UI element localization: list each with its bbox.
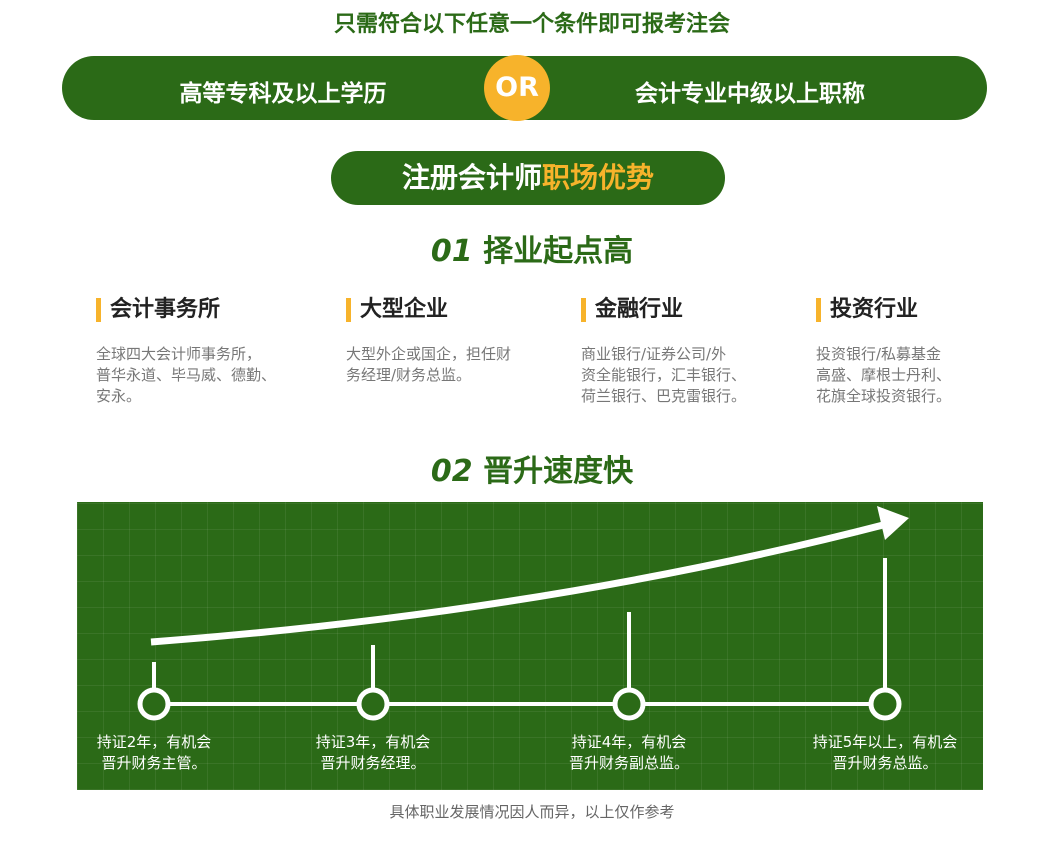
desc-line: 务经理/财务总监。 bbox=[346, 366, 472, 384]
caption-line: 持证2年，有机会 bbox=[96, 733, 212, 751]
column-desc: 投资银行/私募基金 高盛、摩根士丹利、 花旗全球投资银行。 bbox=[816, 344, 1031, 407]
column-title-wrap: 金融行业 bbox=[581, 296, 796, 324]
yellow-bar-icon bbox=[816, 298, 821, 322]
advantage-1-heading: 01 择业起点高 bbox=[0, 226, 1064, 270]
stage-3-node-icon bbox=[612, 687, 646, 721]
desc-line: 全球四大会计师事务所， bbox=[96, 345, 262, 363]
condition-title: 会计专业中级以上职称 bbox=[635, 81, 865, 107]
desc-line: 高盛、摩根士丹利、 bbox=[816, 366, 952, 384]
stage-1-caption: 持证2年，有机会 晋升财务主管。 bbox=[59, 732, 249, 774]
desc-line: 投资银行/私募基金 bbox=[816, 345, 942, 363]
column-desc: 大型外企或国企，担任财 务经理/财务总监。 bbox=[346, 344, 561, 386]
section-title-white: 注册会计师 bbox=[401, 161, 542, 194]
advantage-2-heading: 02 晋升速度快 bbox=[0, 446, 1064, 490]
yellow-bar-icon bbox=[96, 298, 101, 322]
stage-2-caption: 持证3年，有机会 晋升财务经理。 bbox=[278, 732, 468, 774]
caption-line: 晋升财务副总监。 bbox=[568, 754, 689, 772]
column-desc: 全球四大会计师事务所， 普华永道、毕马威、德勤、 安永。 bbox=[96, 344, 311, 407]
advantage-2-number: 02 bbox=[430, 454, 473, 489]
desc-line: 花旗全球投资银行。 bbox=[816, 387, 952, 405]
yellow-bar-icon bbox=[346, 298, 351, 322]
or-badge: OR bbox=[484, 55, 550, 121]
section-title-pill: 注册会计师职场优势 bbox=[331, 151, 725, 205]
career-column-accounting-firm: 会计事务所 全球四大会计师事务所， 普华永道、毕马威、德勤、 安永。 bbox=[96, 296, 311, 407]
stage-4-node-icon bbox=[868, 687, 902, 721]
yellow-bar-icon bbox=[581, 298, 586, 322]
column-title-wrap: 大型企业 bbox=[346, 296, 561, 324]
stage-4-caption: 持证5年以上，有机会 晋升财务总监。 bbox=[780, 732, 990, 774]
career-column-large-enterprise: 大型企业 大型外企或国企，担任财 务经理/财务总监。 bbox=[346, 296, 561, 386]
exam-conditions-intro: 只需符合以下任意一个条件即可报考注会 bbox=[333, 12, 730, 37]
caption-line: 持证3年，有机会 bbox=[315, 733, 431, 751]
column-desc: 商业银行/证券公司/外 资全能银行，汇丰银行、 荷兰银行、巴克雷银行。 bbox=[581, 344, 796, 407]
growth-arrow-line bbox=[150, 520, 888, 646]
career-column-investment: 投资行业 投资银行/私募基金 高盛、摩根士丹利、 花旗全球投资银行。 bbox=[816, 296, 1031, 407]
column-title: 大型企业 bbox=[360, 297, 449, 322]
desc-line: 普华永道、毕马威、德勤、 bbox=[96, 366, 277, 384]
caption-line: 晋升财务主管。 bbox=[101, 754, 207, 772]
caption-line: 持证4年，有机会 bbox=[571, 733, 687, 751]
desc-line: 安永。 bbox=[96, 387, 142, 405]
condition-education: 高等专科及以上学历 bbox=[179, 81, 387, 107]
advantage-1-title: 择业起点高 bbox=[483, 234, 634, 269]
section-title-yellow: 职场优势 bbox=[542, 161, 655, 194]
desc-line: 资全能银行，汇丰银行、 bbox=[581, 366, 747, 384]
disclaimer-footnote: 具体职业发展情况因人而异，以上仅作参考 bbox=[389, 803, 675, 821]
desc-line: 大型外企或国企，担任财 bbox=[346, 345, 512, 363]
desc-line: 荷兰银行、巴克雷银行。 bbox=[581, 387, 747, 405]
column-title: 金融行业 bbox=[595, 297, 684, 322]
career-column-finance: 金融行业 商业银行/证券公司/外 资全能银行，汇丰银行、 荷兰银行、巴克雷银行。 bbox=[581, 296, 796, 407]
column-title: 投资行业 bbox=[830, 297, 919, 322]
growth-arrow-head-icon bbox=[877, 506, 909, 540]
caption-line: 持证5年以上，有机会 bbox=[812, 733, 958, 751]
column-title-wrap: 投资行业 bbox=[816, 296, 1031, 324]
stage-2-node-icon bbox=[356, 687, 390, 721]
column-title-wrap: 会计事务所 bbox=[96, 296, 311, 324]
promotion-panel: 持证2年，有机会 晋升财务主管。 持证3年，有机会 晋升财务经理。 持证4年，有… bbox=[77, 502, 983, 790]
desc-line: 商业银行/证券公司/外 bbox=[581, 345, 727, 363]
advantage-1-number: 01 bbox=[430, 234, 473, 269]
advantage-2-title: 晋升速度快 bbox=[483, 454, 634, 489]
caption-line: 晋升财务总监。 bbox=[832, 754, 938, 772]
stage-1-node-icon bbox=[137, 687, 171, 721]
caption-line: 晋升财务经理。 bbox=[320, 754, 426, 772]
stage-3-caption: 持证4年，有机会 晋升财务副总监。 bbox=[534, 732, 724, 774]
column-title: 会计事务所 bbox=[110, 297, 221, 322]
